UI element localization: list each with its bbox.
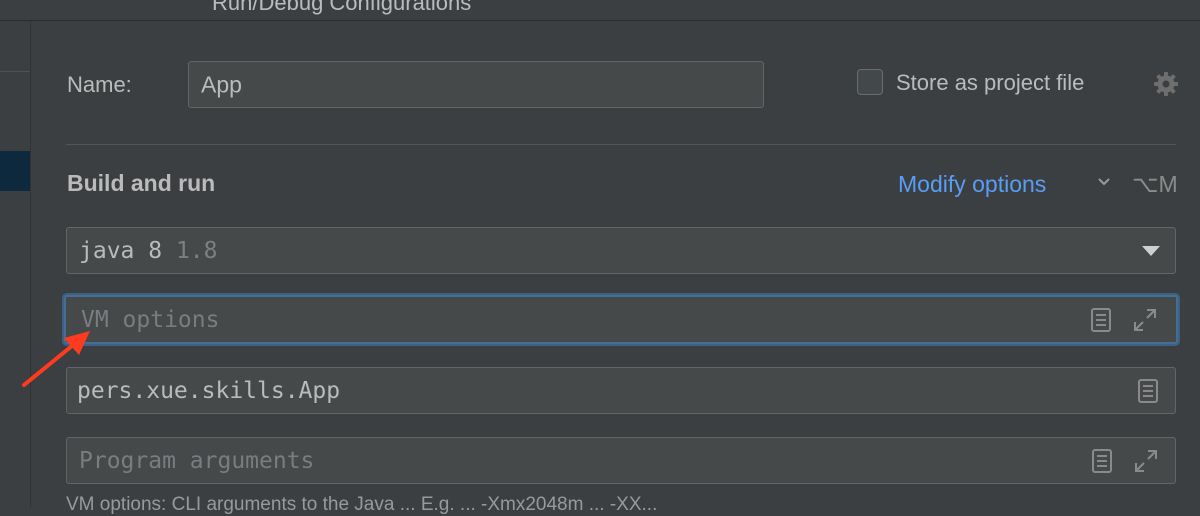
store-as-project-file-label: Store as project file [896, 70, 1085, 95]
document-icon[interactable] [1088, 307, 1114, 333]
chevron-down-icon[interactable] [1096, 175, 1112, 189]
jdk-version: 1.8 [175, 237, 218, 264]
expand-icon[interactable] [1133, 448, 1159, 474]
modify-options-shortcut: ⌥M [1132, 171, 1178, 197]
document-icon[interactable] [1135, 378, 1161, 404]
window-title: Run/Debug Configurations [212, 0, 472, 15]
main-class-input[interactable]: pers.xue.skills.App [66, 367, 1176, 414]
selected-configuration-item[interactable] [0, 151, 30, 191]
vm-options-hint: VM options: CLI arguments to the Java ..… [66, 494, 658, 515]
program-arguments-placeholder: Program arguments [79, 447, 315, 474]
modify-options-link[interactable]: Modify options [898, 171, 1046, 198]
build-and-run-heading: Build and run [67, 170, 216, 196]
gear-icon[interactable] [1152, 70, 1180, 98]
name-input-value: App [201, 71, 242, 97]
document-icon[interactable] [1089, 448, 1115, 474]
jdk-select-value: java 8 1.8 [79, 238, 218, 264]
window-titlebar: Run/Debug Configurations [0, 0, 1200, 21]
store-as-project-file-checkbox[interactable] [857, 69, 883, 95]
list-divider [0, 71, 30, 72]
configuration-list-panel[interactable] [0, 21, 31, 508]
vm-options-placeholder: VM options [81, 306, 220, 333]
program-arguments-input[interactable]: Program arguments [66, 437, 1176, 484]
dropdown-arrow-icon[interactable] [1141, 245, 1161, 257]
jdk-name: java 8 [79, 237, 163, 264]
jdk-select[interactable]: java 8 1.8 [66, 227, 1176, 274]
section-divider [66, 144, 1176, 145]
vm-options-input[interactable]: VM options [64, 295, 1178, 344]
main-class-value: pers.xue.skills.App [77, 377, 341, 404]
expand-icon[interactable] [1132, 307, 1158, 333]
name-label: Name: [67, 72, 132, 97]
name-input[interactable]: App [188, 61, 764, 108]
